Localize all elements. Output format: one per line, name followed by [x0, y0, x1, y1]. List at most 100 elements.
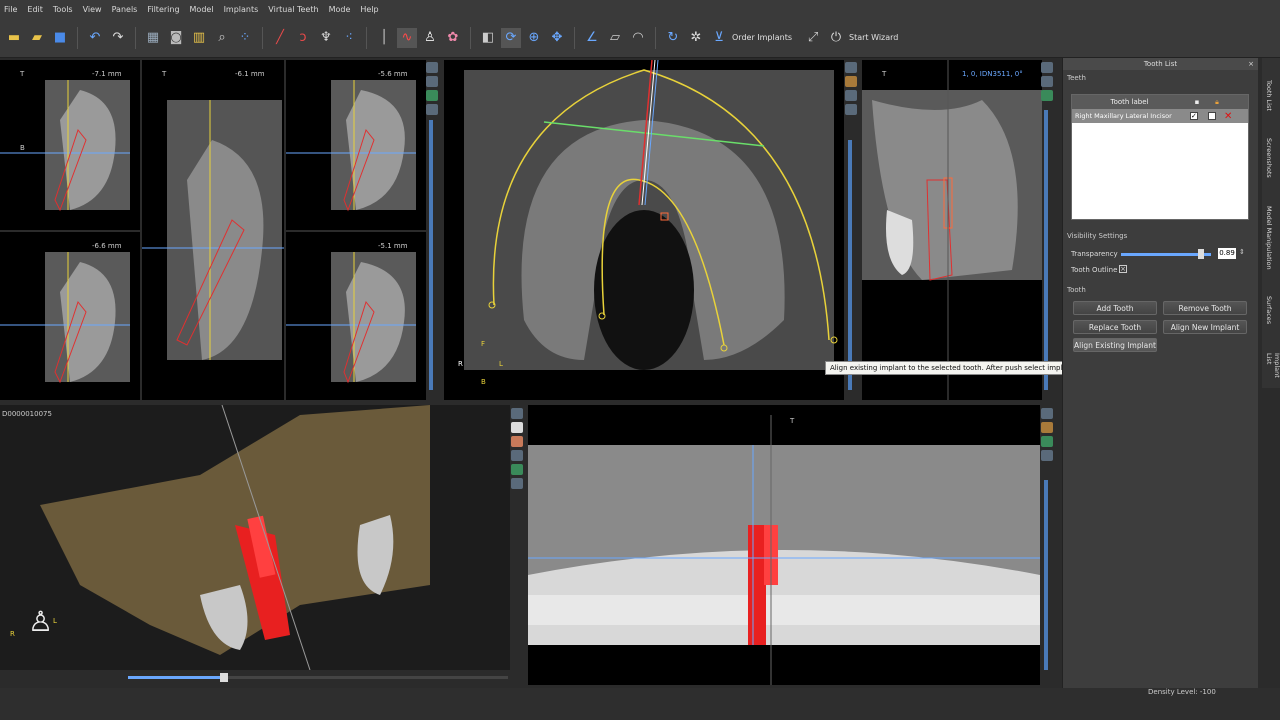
- menu-item-help[interactable]: Help: [360, 5, 378, 14]
- visible-checkbox[interactable]: ✓: [1190, 112, 1198, 120]
- slice-view-2[interactable]: -6.1 mm T: [142, 60, 284, 400]
- axial-scrollbar[interactable]: [848, 140, 852, 390]
- menu-item-panels[interactable]: Panels: [112, 5, 138, 14]
- panoramic-curve-icon[interactable]: ∿: [397, 27, 417, 48]
- redo-icon[interactable]: ↷: [108, 28, 128, 48]
- col-tooth-label[interactable]: Tooth label: [1072, 98, 1187, 106]
- save-icon[interactable]: ■: [50, 28, 70, 48]
- new-folder-icon[interactable]: ▬: [4, 28, 24, 48]
- menu-item-mode[interactable]: Mode: [329, 5, 351, 14]
- sagittal-view[interactable]: 1, 0, IDN3511, 0° T: [862, 60, 1042, 400]
- menu-item-file[interactable]: File: [4, 5, 17, 14]
- axial-view[interactable]: R L F B: [444, 60, 844, 400]
- menu-item-implants[interactable]: Implants: [224, 5, 259, 14]
- menu-item-model[interactable]: Model: [190, 5, 214, 14]
- cart-icon[interactable]: ⊻: [709, 28, 729, 48]
- view-option-button[interactable]: [511, 408, 523, 419]
- start-wizard-label[interactable]: Start Wizard: [849, 33, 898, 42]
- lock-checkbox[interactable]: [1208, 112, 1216, 120]
- menu-item-virtual-teeth[interactable]: Virtual Teeth: [268, 5, 318, 14]
- tab-tooth-list[interactable]: Tooth List: [1265, 80, 1273, 111]
- menu-item-edit[interactable]: Edit: [27, 5, 43, 14]
- slice-image-3: [286, 80, 416, 212]
- slice-view-1[interactable]: -7.1 mm T B: [0, 60, 140, 230]
- points-icon[interactable]: ⁘: [235, 28, 255, 48]
- view-option-button[interactable]: [511, 450, 523, 461]
- tooth-icon[interactable]: ♙: [420, 28, 440, 48]
- pano-scrollbar[interactable]: [1044, 480, 1048, 670]
- view-option-button[interactable]: [426, 104, 438, 115]
- transparency-handle[interactable]: [1198, 249, 1204, 259]
- view-option-button[interactable]: [845, 62, 857, 73]
- replace-tooth-button[interactable]: Replace Tooth: [1073, 320, 1157, 334]
- view-option-button[interactable]: [511, 464, 523, 475]
- view-option-button[interactable]: [1041, 76, 1053, 87]
- angle-icon[interactable]: ∠: [582, 28, 602, 48]
- panoramic-view[interactable]: T: [528, 405, 1040, 685]
- sagittal-scrollbar[interactable]: [1044, 110, 1048, 390]
- menu-item-filtering[interactable]: Filtering: [147, 5, 179, 14]
- view-option-button[interactable]: [1041, 436, 1053, 447]
- refresh-icon[interactable]: ↻: [663, 28, 683, 48]
- slice-view-4[interactable]: -6.6 mm: [0, 232, 140, 400]
- tab-surfaces[interactable]: Surfaces: [1265, 296, 1273, 324]
- teeth-color-icon[interactable]: ✿: [443, 28, 463, 48]
- slice-icon[interactable]: ▥: [189, 28, 209, 48]
- view-option-button[interactable]: [426, 90, 438, 101]
- view-3d[interactable]: D0000010075 ♙ R L: [0, 405, 510, 670]
- orientation-r: R: [10, 630, 15, 638]
- view-option-button[interactable]: [1041, 90, 1053, 101]
- zoom-icon[interactable]: ⌕: [212, 28, 232, 48]
- align-existing-implant-button[interactable]: Align Existing Implant: [1073, 338, 1157, 352]
- transparency-value[interactable]: 0.89: [1218, 248, 1236, 259]
- slice-view-3[interactable]: -5.6 mm: [286, 60, 426, 230]
- expand-icon[interactable]: ⤢: [803, 28, 823, 48]
- spin-icon[interactable]: ⇕: [1239, 248, 1245, 256]
- view-option-button[interactable]: [511, 422, 523, 433]
- delete-icon[interactable]: ✕: [1224, 111, 1232, 122]
- view-option-button[interactable]: [1041, 408, 1053, 419]
- open-folder-icon[interactable]: ▰: [27, 28, 47, 48]
- tab-model-manipulation[interactable]: Model Manipulation: [1265, 206, 1273, 270]
- table-row[interactable]: Right Maxillary Lateral Incisor ✓ ✕: [1072, 109, 1248, 123]
- menu-item-view[interactable]: View: [83, 5, 102, 14]
- pin-icon[interactable]: │: [374, 28, 394, 48]
- view-option-button[interactable]: [511, 436, 523, 447]
- view-option-button[interactable]: [845, 76, 857, 87]
- layout-icon[interactable]: ▦: [143, 28, 163, 48]
- align-new-implant-button[interactable]: Align New Implant: [1163, 320, 1247, 334]
- camera-icon[interactable]: ◙: [166, 28, 186, 48]
- measure-points-icon[interactable]: ⁖: [339, 28, 359, 48]
- curve-tool-icon[interactable]: ↄ: [293, 28, 313, 48]
- protractor-icon[interactable]: ◠: [628, 28, 648, 48]
- view-option-button[interactable]: [1041, 422, 1053, 433]
- contrast-icon[interactable]: ◧: [478, 28, 498, 48]
- gear-icon[interactable]: ✲: [686, 28, 706, 48]
- slice-scrollbar[interactable]: [429, 120, 433, 390]
- power-icon[interactable]: ⏻: [826, 28, 846, 48]
- nerve-tool-icon[interactable]: ╱: [270, 28, 290, 48]
- order-implants-label[interactable]: Order Implants: [732, 33, 792, 42]
- menu-item-tools[interactable]: Tools: [53, 5, 73, 14]
- implant-icon[interactable]: ♆: [316, 28, 336, 48]
- view-option-button[interactable]: [845, 90, 857, 101]
- view-option-button[interactable]: [426, 76, 438, 87]
- pan-icon[interactable]: ✥: [547, 28, 567, 48]
- view-option-button[interactable]: [1041, 62, 1053, 73]
- close-icon[interactable]: ×: [1248, 58, 1254, 70]
- tab-implant-list[interactable]: Implant List: [1265, 353, 1280, 388]
- rotate-icon[interactable]: ⟳: [501, 27, 521, 48]
- remove-tooth-button[interactable]: Remove Tooth: [1163, 301, 1247, 315]
- ruler-icon[interactable]: ▱: [605, 28, 625, 48]
- add-tooth-button[interactable]: Add Tooth: [1073, 301, 1157, 315]
- view3d-slider-handle[interactable]: [220, 673, 228, 682]
- view-option-button[interactable]: [1041, 450, 1053, 461]
- view-option-button[interactable]: [426, 62, 438, 73]
- slice-view-5[interactable]: -5.1 mm: [286, 232, 426, 400]
- view-option-button[interactable]: [511, 478, 523, 489]
- view-option-button[interactable]: [845, 104, 857, 115]
- undo-icon[interactable]: ↶: [85, 28, 105, 48]
- tooth-outline-checkbox[interactable]: ×: [1119, 265, 1127, 273]
- zoom-in-icon[interactable]: ⊕: [524, 28, 544, 48]
- tab-screenshots[interactable]: Screenshots: [1265, 138, 1273, 178]
